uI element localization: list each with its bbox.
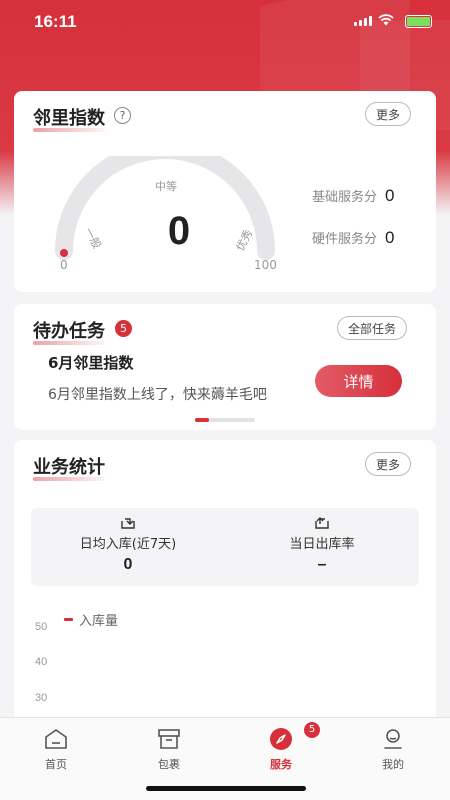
wifi-icon xyxy=(378,13,394,30)
status-time: 16:11 xyxy=(34,12,77,31)
battery-icon xyxy=(405,15,432,28)
tab-mine[interactable]: 我的 xyxy=(363,726,423,772)
home-indicator xyxy=(146,786,306,791)
neighborhood-index-card: 邻里指数 ? 更多 中等 一般 优秀 0 100 0 基础服务分 0 硬件服务分 0 xyxy=(14,91,436,292)
package-icon xyxy=(156,726,182,752)
inbound-icon xyxy=(121,518,135,529)
index-more-button[interactable]: 更多 xyxy=(365,102,412,126)
todo-count-badge: 5 xyxy=(115,320,132,337)
all-tasks-button[interactable]: 全部任务 xyxy=(337,316,408,340)
carousel-indicator xyxy=(195,418,255,422)
stats-more-button[interactable]: 更多 xyxy=(365,452,412,476)
todo-tasks-card: 待办任务 5 全部任务 6月邻里指数 6月邻里指数上线了，快来薅羊毛吧 详情 xyxy=(14,304,436,430)
gauge-min-label: 0 xyxy=(60,258,68,272)
outbound-label: 当日出库率 xyxy=(289,537,355,552)
outbound-value: – xyxy=(317,556,327,573)
stats-card-title: 业务统计 xyxy=(33,453,105,481)
task-title: 6月邻里指数 xyxy=(48,354,134,372)
y-tick-30: 30 xyxy=(35,692,48,704)
home-icon xyxy=(43,726,69,752)
tab-home[interactable]: 首页 xyxy=(26,726,86,772)
status-bar: 16:11 xyxy=(0,0,450,44)
chart-legend: 入库量 xyxy=(64,610,118,629)
todo-card-title: 待办任务 xyxy=(33,317,105,345)
outbound-stat: 当日出库率 – xyxy=(225,508,419,586)
y-tick-50: 50 xyxy=(35,621,48,633)
y-tick-40: 40 xyxy=(35,656,48,668)
business-stats-card: 业务统计 更多 日均入库(近7天) 0 当日出库率 – 入库量 50 40 30 xyxy=(14,440,436,740)
inbound-value: 0 xyxy=(123,556,133,573)
tab-service[interactable]: 服务 xyxy=(251,726,311,772)
user-icon xyxy=(380,726,406,752)
inbound-label: 日均入库(近7天) xyxy=(79,537,177,552)
gauge-max-label: 100 xyxy=(254,258,277,272)
hardware-service-score: 硬件服务分 0 xyxy=(312,228,395,247)
stats-summary: 日均入库(近7天) 0 当日出库率 – xyxy=(31,508,419,586)
index-score: 0 xyxy=(167,209,191,253)
service-tab-badge: 5 xyxy=(304,722,320,738)
tab-package[interactable]: 包裹 xyxy=(139,726,199,772)
inbound-stat: 日均入库(近7天) 0 xyxy=(31,508,225,586)
basic-service-score: 基础服务分 0 xyxy=(312,186,395,205)
help-icon[interactable]: ? xyxy=(114,107,131,124)
index-card-title: 邻里指数 xyxy=(33,104,105,132)
compass-icon xyxy=(268,726,294,752)
gauge-mid-label: 中等 xyxy=(155,180,177,193)
signal-icon xyxy=(354,16,372,26)
task-detail-button[interactable]: 详情 xyxy=(315,365,402,397)
task-description: 6月邻里指数上线了，快来薅羊毛吧 xyxy=(48,387,267,403)
outbound-icon xyxy=(315,517,329,529)
